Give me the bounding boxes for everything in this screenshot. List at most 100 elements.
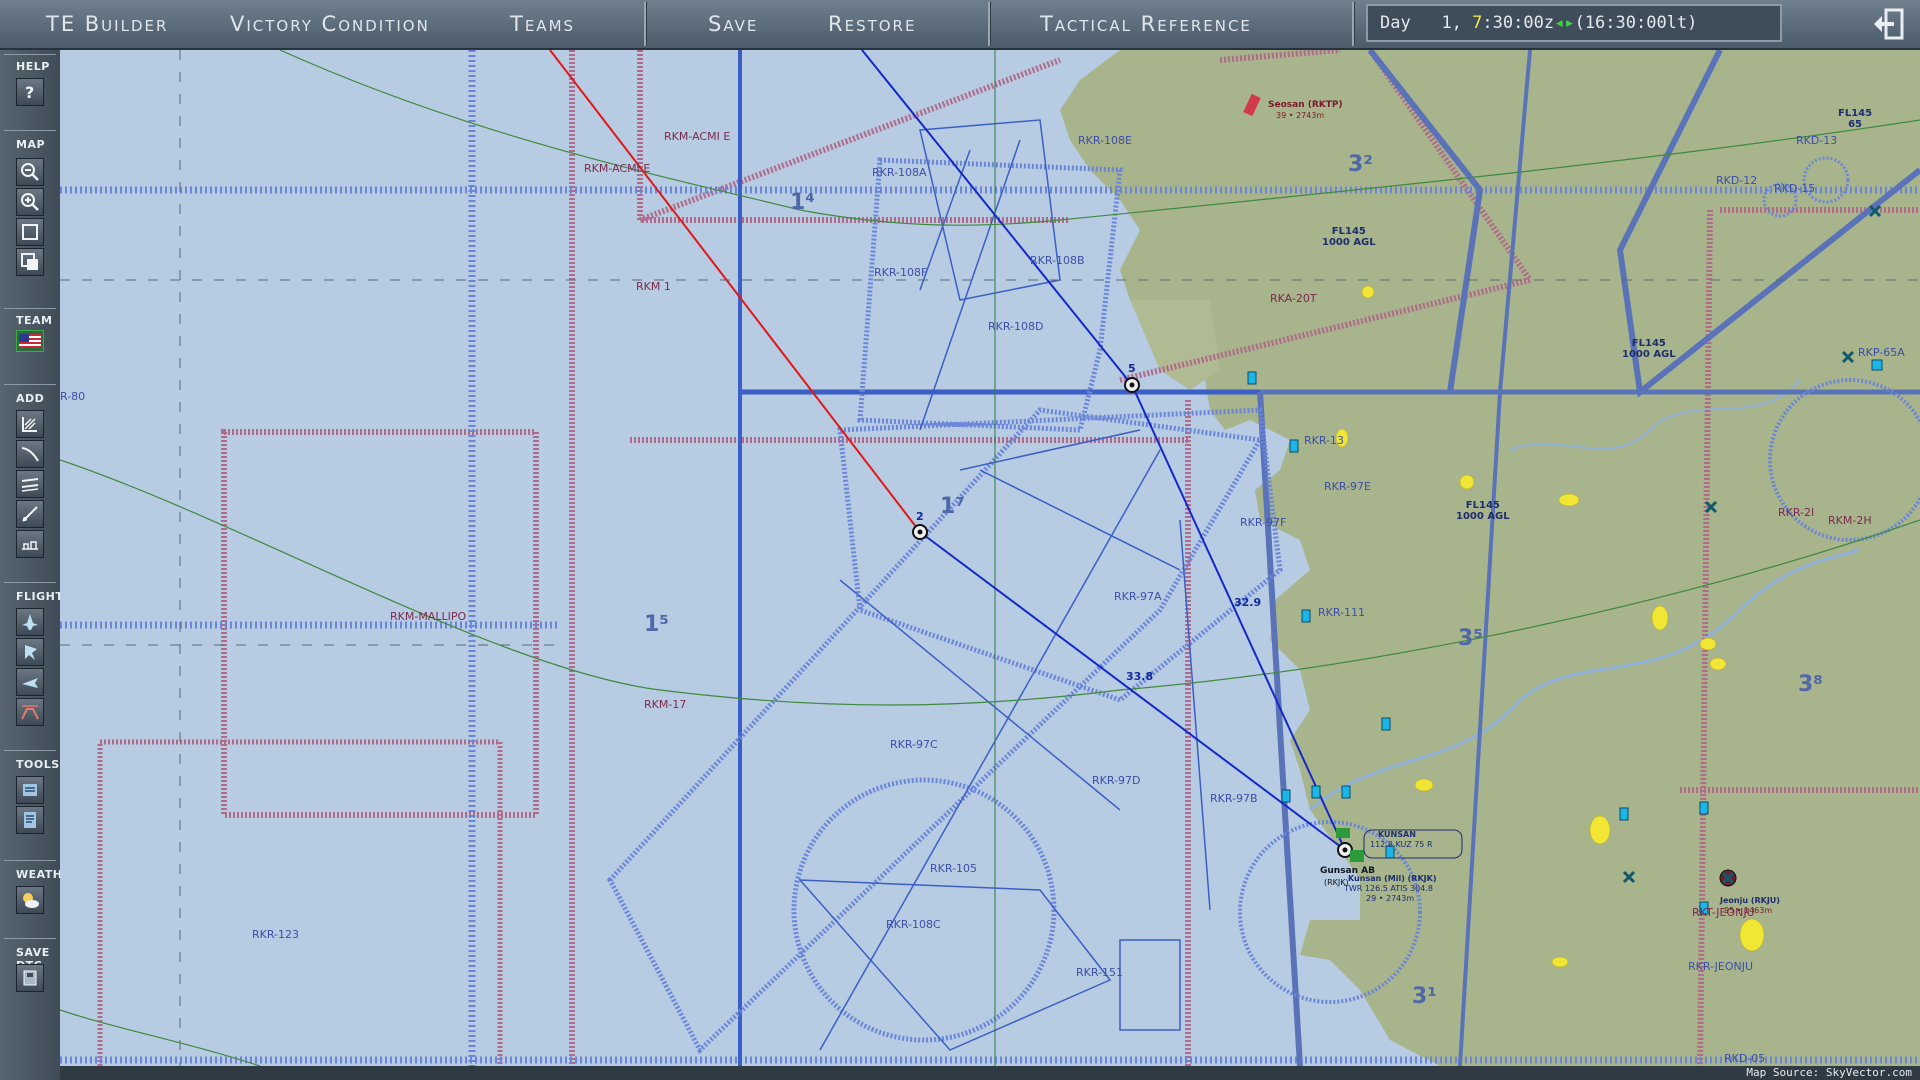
zone-label: RKR-97F <box>1240 516 1287 529</box>
te-builder-menu[interactable]: TE Builder <box>46 0 168 48</box>
leg-distance: 33.8 <box>1126 670 1154 683</box>
map-section-label: MAP <box>16 138 46 151</box>
seosan-airfield-name: Seosan (RKTP) <box>1268 100 1343 110</box>
us-flag-icon <box>19 334 41 348</box>
ground-unit-icon <box>22 541 38 550</box>
exit-icon[interactable] <box>1872 6 1908 42</box>
zone-label: RKR-97C <box>890 738 938 751</box>
time-arrows-icon[interactable]: ◂▸ <box>1554 13 1574 33</box>
flight-section-label: FLIGHT <box>16 590 64 603</box>
zone-label: RKD-05 <box>1724 1052 1766 1065</box>
add-route-button[interactable] <box>16 470 44 498</box>
restore-button[interactable]: Restore <box>828 0 916 48</box>
victory-condition-menu[interactable]: Victory Condition <box>230 0 430 48</box>
jeonju-airfield-name: Jeonju (RKJU) <box>1720 896 1780 905</box>
zone-label: RKR-108C <box>886 918 941 931</box>
zone-label: RKD-12 <box>1716 174 1758 187</box>
tactical-reference-menu[interactable]: Tactical Reference <box>1040 0 1252 48</box>
sector-label: 1⁷ <box>940 494 965 519</box>
map-source-credit: Map Source: SkyVector.com <box>1746 1066 1912 1079</box>
map-layers-button[interactable] <box>16 248 44 276</box>
waypoint-home[interactable] <box>1337 842 1353 858</box>
zone-label: RKM 1 <box>636 280 671 293</box>
map-footer: Map Source: SkyVector.com <box>60 1066 1920 1080</box>
team-section-label: TEAM <box>16 314 53 327</box>
zone-label: RKR-2I <box>1778 506 1815 519</box>
altitude-profile-icon <box>21 705 39 720</box>
friendly-airbase[interactable] <box>1336 828 1350 838</box>
sector-label: 1⁴ <box>790 190 815 215</box>
section-divider <box>4 384 56 385</box>
weather-section-label: WEATHER <box>16 868 80 881</box>
route-icon <box>21 478 39 492</box>
waypoint-number: 2 <box>916 510 924 523</box>
jet-icon <box>22 678 38 688</box>
add-target-button[interactable] <box>16 500 44 528</box>
fit-map-button[interactable] <box>16 218 44 246</box>
waypoint-number: 5 <box>1128 362 1136 375</box>
zoom-out-button[interactable] <box>16 158 44 186</box>
zoom-in-button[interactable] <box>16 188 44 216</box>
fl-agl: 65 <box>1848 119 1862 130</box>
flight-tool-1-button[interactable] <box>16 608 44 636</box>
save-button[interactable]: Save <box>708 0 758 48</box>
top-menu-bar: TE Builder Victory Condition Teams Save … <box>0 0 1920 50</box>
waypoint-5[interactable] <box>1124 377 1140 393</box>
tactical-map[interactable]: RKM-ACMI E RKM-ACMI E RKM 1 RKM-MALLIPO … <box>60 50 1920 1066</box>
fl-value: FL145 <box>1331 226 1366 237</box>
section-divider <box>4 582 56 583</box>
route-leg-red[interactable] <box>549 50 921 533</box>
section-divider <box>4 54 56 55</box>
briefing-icon <box>23 784 37 796</box>
flight-level-label: FL145 65 <box>1838 108 1872 130</box>
seosan-airfield-info: 39 • 2743m <box>1276 111 1325 120</box>
waypoint-2[interactable] <box>912 524 928 540</box>
sun-cloud-icon <box>23 893 39 908</box>
friendly-airbase[interactable] <box>1350 850 1364 862</box>
svg-text:?: ? <box>25 83 34 102</box>
fl-agl: 1000 AGL <box>1322 237 1376 248</box>
zone-label: RKR-97E <box>1324 480 1371 493</box>
fl-value: FL145 <box>1631 338 1666 349</box>
zone-label: RKM-ACMI E <box>664 130 731 143</box>
fl-agl: 1000 AGL <box>1622 349 1676 360</box>
weather-button[interactable] <box>16 886 44 914</box>
zone-label: RKR-JEONJU <box>1688 960 1754 973</box>
save-dtc-button[interactable] <box>16 964 44 992</box>
kunsan-mil-name: Kunsan (Mil) (RKJK) <box>1348 874 1437 883</box>
tools-2-button[interactable] <box>16 806 44 834</box>
zone-label: RKR-111 <box>1318 606 1366 619</box>
zone-label: RKM-17 <box>644 698 687 711</box>
flight-level-label: FL145 1000 AGL <box>1622 338 1676 360</box>
sector-label: 3⁸ <box>1798 672 1823 697</box>
target-line-icon <box>22 506 38 522</box>
help-button[interactable]: ? <box>16 78 44 106</box>
map-canvas[interactable] <box>60 50 1920 1066</box>
add-section-label: ADD <box>16 392 45 405</box>
menu-separator <box>1352 2 1354 46</box>
local-time: (16:30:00lt) <box>1574 13 1698 33</box>
zone-label: RKR-108E <box>1078 134 1132 147</box>
package-icon <box>22 417 37 432</box>
fl-agl: 1000 AGL <box>1456 511 1510 522</box>
flight-tool-4-button[interactable] <box>16 698 44 726</box>
add-flight-button[interactable] <box>16 440 44 468</box>
flight-level-label: FL145 1000 AGL <box>1456 500 1510 522</box>
day-value: 1, <box>1441 13 1462 33</box>
team-flag-button[interactable] <box>16 330 44 352</box>
teams-menu[interactable]: Teams <box>510 0 575 48</box>
mission-clock[interactable]: Day 1, 7:30:00z◂▸(16:30:00lt) <box>1366 4 1782 42</box>
add-package-button[interactable] <box>16 410 44 438</box>
flight-tool-3-button[interactable] <box>16 668 44 696</box>
jeonju-airfield-info: 95 • 1463m <box>1724 906 1773 915</box>
tools-1-button[interactable] <box>16 776 44 804</box>
zone-label: RKR-13 <box>1304 434 1345 447</box>
dtc-cartridge-icon <box>23 970 37 986</box>
kunsan-twr-freq: TWR 126.5 ATIS 304.8 <box>1344 884 1433 893</box>
flight-level-label: FL145 1000 AGL <box>1322 226 1376 248</box>
zone-label: RKR-97B <box>1210 792 1258 805</box>
add-ground-unit-button[interactable] <box>16 530 44 558</box>
flight-tool-2-button[interactable] <box>16 638 44 666</box>
peninsula <box>1130 300 1220 390</box>
help-section-label: HELP <box>16 60 50 73</box>
